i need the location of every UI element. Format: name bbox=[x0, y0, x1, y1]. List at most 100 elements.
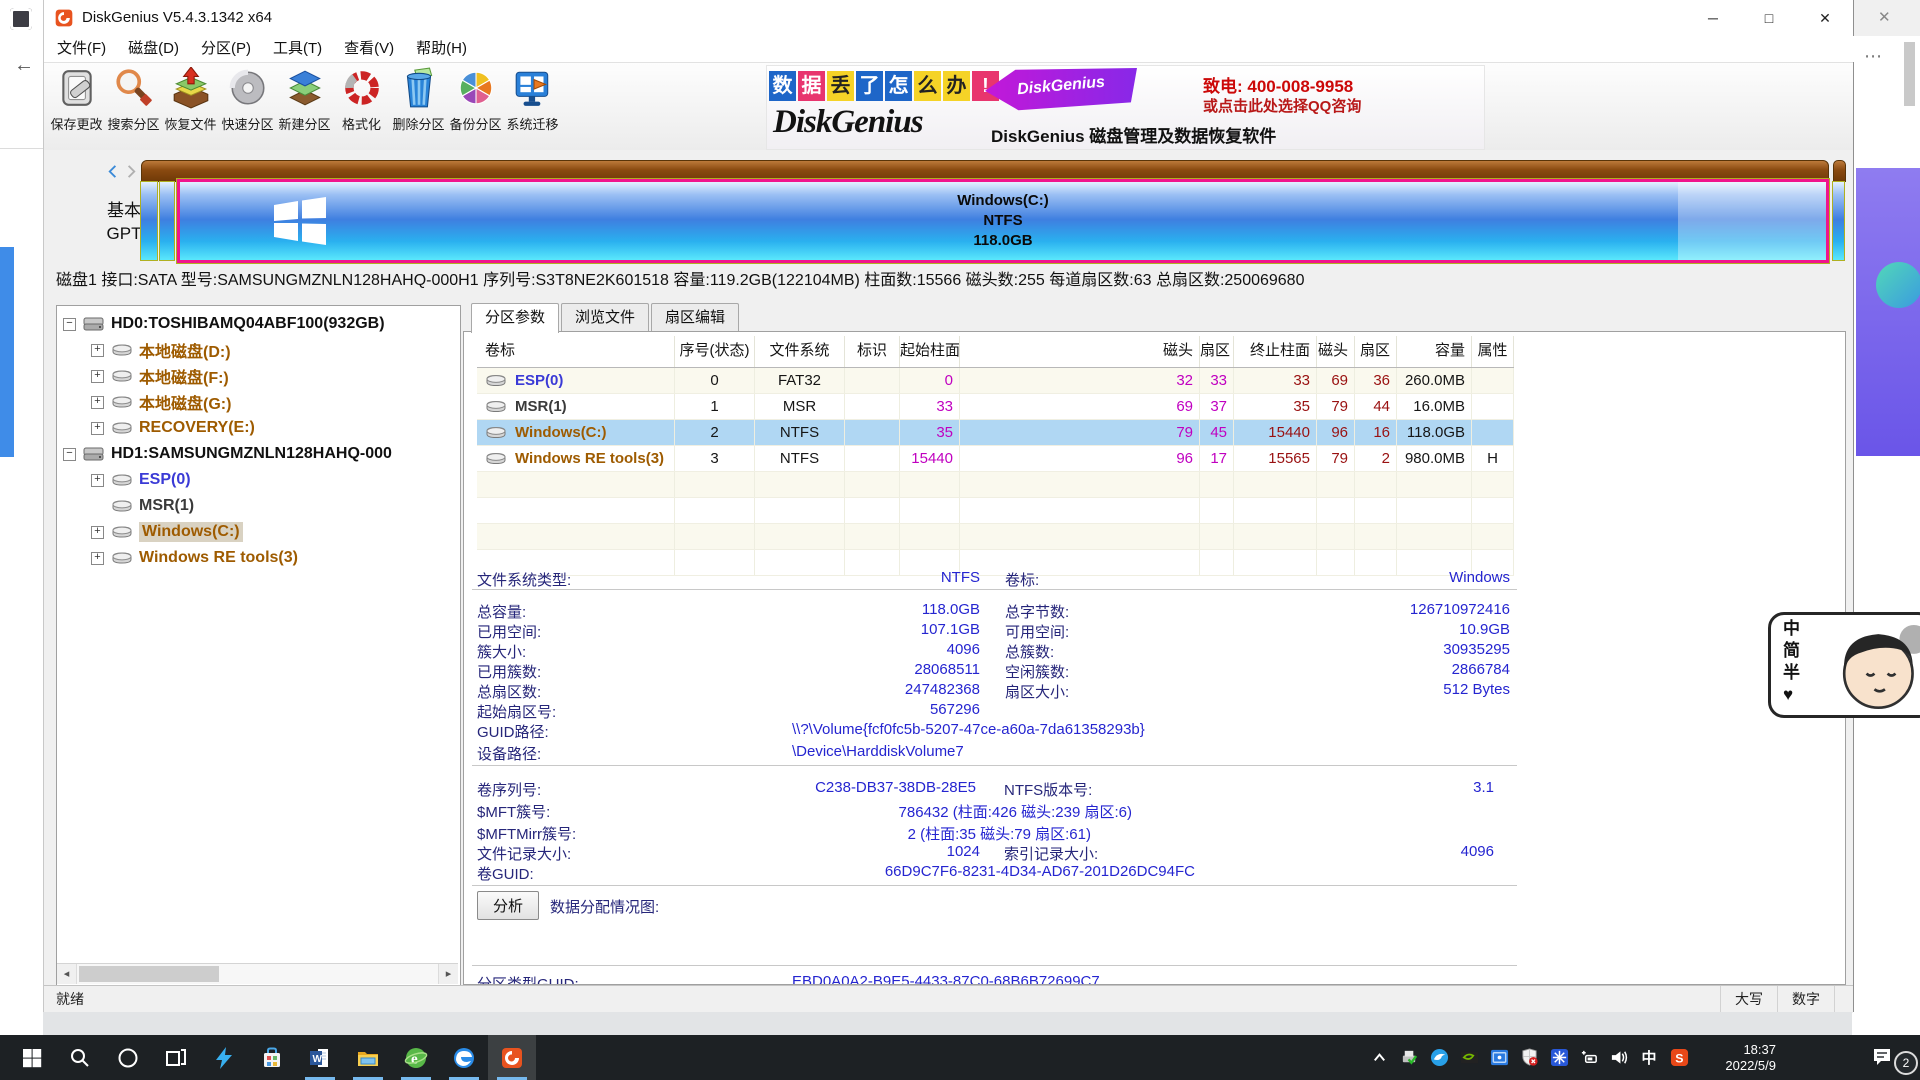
expander-minus-icon[interactable]: − bbox=[63, 318, 76, 331]
column-header-5[interactable]: 磁头 bbox=[960, 336, 1200, 367]
taskbar-flash-app-button[interactable] bbox=[200, 1035, 248, 1080]
taskbar-store-button[interactable] bbox=[248, 1035, 296, 1080]
taskbar-diskgenius-button[interactable] bbox=[488, 1035, 536, 1080]
toolbar-button-0[interactable]: 保存更改 bbox=[48, 65, 105, 149]
menu-item-2[interactable]: 分区(P) bbox=[190, 36, 262, 62]
partition-bar-windows-c[interactable]: Windows(C:) NTFS 118.0GB bbox=[177, 179, 1829, 263]
tree-item-1[interactable]: +本地磁盘(D:) bbox=[91, 337, 231, 363]
snowflake-icon[interactable] bbox=[1544, 1048, 1574, 1067]
taskbar-start-button[interactable] bbox=[8, 1035, 56, 1080]
intel-graphics-icon[interactable] bbox=[1484, 1048, 1514, 1067]
tab-2[interactable]: 扇区编辑 bbox=[651, 303, 739, 331]
tab-0[interactable]: 分区参数 bbox=[471, 303, 559, 333]
taskbar-edge-button[interactable] bbox=[440, 1035, 488, 1080]
toolbar-button-5[interactable]: 格式化 bbox=[333, 65, 390, 149]
scrollbar-thumb[interactable] bbox=[79, 966, 219, 982]
expander-plus-icon[interactable]: + bbox=[91, 474, 104, 487]
menu-item-0[interactable]: 文件(F) bbox=[46, 36, 117, 62]
chevron-up-icon[interactable] bbox=[1364, 1048, 1394, 1067]
menu-item-5[interactable]: 帮助(H) bbox=[405, 36, 478, 62]
analyze-button[interactable]: 分析 bbox=[477, 891, 539, 920]
partition-bar-re-tools[interactable] bbox=[1833, 182, 1844, 260]
nvidia-icon[interactable] bbox=[1454, 1048, 1484, 1067]
column-header-2[interactable]: 文件系统 bbox=[755, 336, 845, 367]
taskbar-task-view-button[interactable] bbox=[152, 1035, 200, 1080]
taskbar-word-button[interactable]: W bbox=[296, 1035, 344, 1080]
column-header-8[interactable]: 磁头 bbox=[1317, 336, 1355, 367]
table-row-3[interactable]: Windows RE tools(3)3NTFS1544096171556579… bbox=[477, 446, 1514, 472]
partition-bar-esp[interactable] bbox=[141, 182, 157, 260]
toolbar-button-4[interactable]: 新建分区 bbox=[276, 65, 333, 149]
scroll-right-button[interactable]: ▸ bbox=[438, 964, 458, 984]
tab-1[interactable]: 浏览文件 bbox=[561, 303, 649, 331]
menu-item-3[interactable]: 工具(T) bbox=[262, 36, 333, 62]
table-row-5[interactable] bbox=[477, 498, 1514, 524]
column-header-11[interactable]: 属性 bbox=[1472, 336, 1514, 367]
taskbar-ie-browser-button[interactable]: e bbox=[392, 1035, 440, 1080]
partition-bar-msr[interactable] bbox=[160, 182, 174, 260]
minimize-button[interactable]: ─ bbox=[1685, 0, 1741, 36]
column-header-4[interactable]: 起始柱面 bbox=[900, 336, 960, 367]
column-header-0[interactable]: 卷标 bbox=[477, 336, 675, 367]
notification-center[interactable]: 2 bbox=[1870, 1035, 1910, 1080]
taskbar-cortana-button[interactable] bbox=[104, 1035, 152, 1080]
tree-item-2[interactable]: +本地磁盘(F:) bbox=[91, 363, 229, 389]
power-plug-icon[interactable] bbox=[1574, 1048, 1604, 1067]
tree-item-0[interactable]: −HD0:TOSHIBAMQ04ABF100(932GB) bbox=[63, 311, 385, 337]
toolbar-button-6[interactable]: 删除分区 bbox=[390, 65, 447, 149]
menu-item-4[interactable]: 查看(V) bbox=[333, 36, 405, 62]
tree-item-7[interactable]: MSR(1) bbox=[91, 493, 194, 519]
close-button[interactable]: ✕ bbox=[1797, 0, 1853, 36]
tree-item-9[interactable]: +Windows RE tools(3) bbox=[91, 545, 298, 571]
scroll-left-button[interactable]: ◂ bbox=[57, 964, 77, 984]
expander-plus-icon[interactable]: + bbox=[91, 552, 104, 565]
tree-item-3[interactable]: +本地磁盘(G:) bbox=[91, 389, 231, 415]
background-more-icon[interactable]: ⋯ bbox=[1864, 46, 1882, 67]
taskbar-search-button[interactable] bbox=[56, 1035, 104, 1080]
back-arrow-icon[interactable]: ← bbox=[14, 54, 34, 77]
nav-right-icon[interactable] bbox=[123, 164, 138, 179]
taskbar-clock[interactable]: 18:37 2022/5/9 bbox=[1704, 1042, 1776, 1074]
expander-plus-icon[interactable]: + bbox=[91, 422, 104, 435]
toolbar-button-1[interactable]: 搜索分区 bbox=[105, 65, 162, 149]
column-header-3[interactable]: 标识 bbox=[845, 336, 900, 367]
ime-status-panel[interactable]: 中 简 半 ♥ bbox=[1768, 612, 1920, 718]
defender-alert-icon[interactable] bbox=[1514, 1048, 1544, 1067]
maximize-button[interactable]: □ bbox=[1741, 0, 1797, 36]
table-row-1[interactable]: MSR(1)1MSR33693735794416.0MB bbox=[477, 394, 1514, 420]
volume-icon[interactable] bbox=[1604, 1048, 1634, 1067]
nav-left-icon[interactable] bbox=[106, 164, 121, 179]
table-row-0[interactable]: ESP(0)0FAT3203233336936260.0MB bbox=[477, 368, 1514, 394]
tree-item-5[interactable]: −HD1:SAMSUNGMZNLN128HAHQ-000 bbox=[63, 441, 392, 467]
background-scrollbar[interactable] bbox=[1904, 42, 1915, 106]
column-header-9[interactable]: 扇区 bbox=[1355, 336, 1397, 367]
tree-item-6[interactable]: +ESP(0) bbox=[91, 467, 191, 493]
ime-lang-icon[interactable]: 中 bbox=[1634, 1047, 1664, 1068]
sogou-icon[interactable]: S bbox=[1664, 1048, 1694, 1067]
bird-app-icon[interactable] bbox=[1424, 1048, 1454, 1067]
table-row-6[interactable] bbox=[477, 524, 1514, 550]
scrollbar-track[interactable] bbox=[77, 964, 438, 984]
expander-plus-icon[interactable]: + bbox=[91, 370, 104, 383]
taskbar-file-explorer-button[interactable] bbox=[344, 1035, 392, 1080]
toolbar-button-8[interactable]: 系统迁移 bbox=[504, 65, 561, 149]
menu-item-1[interactable]: 磁盘(D) bbox=[117, 36, 190, 62]
tree-item-4[interactable]: +RECOVERY(E:) bbox=[91, 415, 255, 441]
printer-check-icon[interactable] bbox=[1394, 1048, 1424, 1067]
column-header-6[interactable]: 扇区 bbox=[1200, 336, 1234, 367]
expander-plus-icon[interactable]: + bbox=[91, 526, 104, 539]
column-header-7[interactable]: 终止柱面 bbox=[1234, 336, 1317, 367]
expander-plus-icon[interactable]: + bbox=[91, 396, 104, 409]
expander-minus-icon[interactable]: − bbox=[63, 448, 76, 461]
tree-item-8[interactable]: +Windows(C:) bbox=[91, 519, 243, 545]
toolbar-button-2[interactable]: 恢复文件 bbox=[162, 65, 219, 149]
background-close-icon[interactable]: ✕ bbox=[1878, 8, 1891, 26]
column-header-1[interactable]: 序号(状态) bbox=[675, 336, 755, 367]
table-row-2[interactable]: Windows(C:)2NTFS357945154409616118.0GB bbox=[477, 420, 1514, 446]
horizontal-scrollbar[interactable]: ◂ ▸ bbox=[57, 963, 458, 984]
column-header-10[interactable]: 容量 bbox=[1397, 336, 1472, 367]
table-row-4[interactable] bbox=[477, 472, 1514, 498]
banner-qq-link[interactable]: 或点击此处选择QQ咨询 bbox=[1203, 95, 1361, 116]
ad-banner[interactable]: 数据丢了怎么办! DiskGenius DiskGenius 致电: 400-0… bbox=[766, 65, 1485, 150]
toolbar-button-3[interactable]: 快速分区 bbox=[219, 65, 276, 149]
